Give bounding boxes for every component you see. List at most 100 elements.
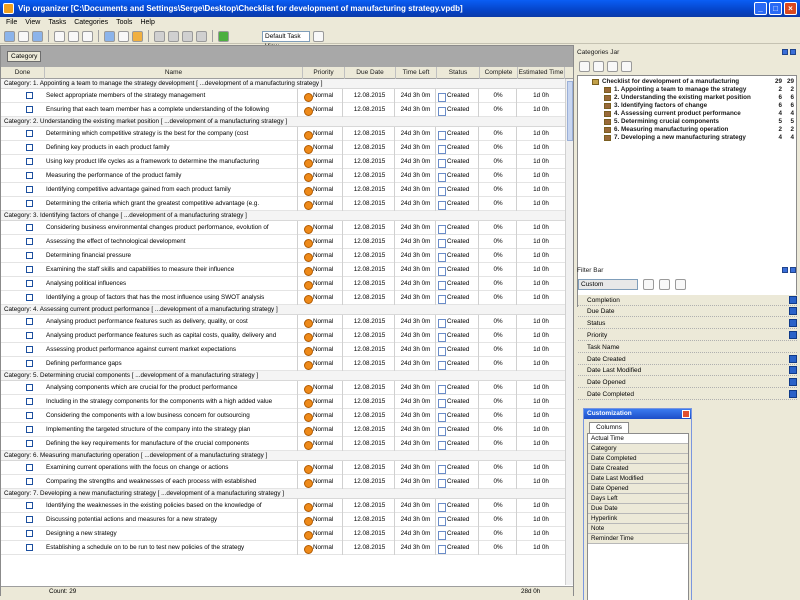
filter-row[interactable]: Completion <box>578 295 797 306</box>
task-row[interactable]: Analysing components which are crucial f… <box>1 381 573 395</box>
done-checkbox[interactable] <box>26 440 33 447</box>
group-chip-category[interactable]: Category <box>7 51 42 62</box>
menu-categories[interactable]: Categories <box>74 17 108 29</box>
filter-row[interactable]: Priority <box>578 330 797 341</box>
category-group-row[interactable]: Category: 5. Determining crucial compone… <box>1 371 573 381</box>
pin-icon[interactable] <box>782 49 788 55</box>
done-checkbox[interactable] <box>26 280 33 287</box>
category-group-row[interactable]: Category: 4. Assessing current product p… <box>1 305 573 315</box>
category-group-row[interactable]: Category: 6. Measuring manufacturing ope… <box>1 451 573 461</box>
category-group-row[interactable]: Category: 2. Understanding the existing … <box>1 117 573 127</box>
task-row[interactable]: Defining the key requirements for manufa… <box>1 437 573 451</box>
tab-columns[interactable]: Columns <box>589 422 629 433</box>
done-checkbox[interactable] <box>26 266 33 273</box>
done-checkbox[interactable] <box>26 318 33 325</box>
category-group-row[interactable]: Category: 1. Appointing a team to manage… <box>1 79 573 89</box>
done-checkbox[interactable] <box>26 332 33 339</box>
column-chooser-item[interactable]: Date Created <box>588 464 688 474</box>
task-row[interactable]: Select appropriate members of the strate… <box>1 89 573 103</box>
category-node[interactable]: 4. Assessing current product performance… <box>578 110 796 118</box>
task-row[interactable]: Determining financial pressure Normal 12.0… <box>1 249 573 263</box>
filter-row[interactable]: Due Date <box>578 306 797 317</box>
done-checkbox[interactable] <box>26 186 33 193</box>
new-task-icon[interactable] <box>4 30 15 42</box>
category-node[interactable]: 7. Developing a new manufacturing strate… <box>578 134 796 142</box>
dropdown-arrow-icon[interactable] <box>789 390 797 398</box>
task-row[interactable]: Defining performance gaps Normal 12.08.201… <box>1 357 573 371</box>
category-node[interactable]: 6. Measuring manufacturing operation 2 2 <box>578 126 796 134</box>
category-node[interactable]: 3. Identifying factors of change 6 6 <box>578 102 796 110</box>
column-chooser-item[interactable]: Hyperlink <box>588 514 688 524</box>
close-panel-icon[interactable] <box>790 49 796 55</box>
done-checkbox[interactable] <box>26 130 33 137</box>
done-checkbox[interactable] <box>26 384 33 391</box>
task-row[interactable]: Measuring the performance of the product… <box>1 169 573 183</box>
task-row[interactable]: Implementing the targeted structure of t… <box>1 423 573 437</box>
menu-view[interactable]: View <box>25 17 40 29</box>
done-checkbox[interactable] <box>26 144 33 151</box>
task-row[interactable]: Identifying the weaknesses in the existi… <box>1 499 573 513</box>
category-node[interactable]: 5. Determining crucial components 5 5 <box>578 118 796 126</box>
done-checkbox[interactable] <box>26 294 33 301</box>
task-row[interactable]: Analysing product performance features s… <box>1 329 573 343</box>
filter-row[interactable]: Status <box>578 318 797 329</box>
filter-row[interactable]: Date Created <box>578 354 797 365</box>
column-chooser-item[interactable]: Due Date <box>588 504 688 514</box>
done-checkbox[interactable] <box>26 224 33 231</box>
apply-filter-icon[interactable] <box>643 279 654 290</box>
task-row[interactable]: Determining which competitive strategy i… <box>1 127 573 141</box>
task-row[interactable]: Assessing the effect of technological de… <box>1 235 573 249</box>
column-chooser-item[interactable]: Date Opened <box>588 484 688 494</box>
category-root-node[interactable]: Checklist for development of a manufactu… <box>578 78 796 86</box>
save-icon[interactable] <box>32 30 43 42</box>
task-row[interactable]: Designing a new strategy Normal 12.08.2015… <box>1 527 573 541</box>
done-checkbox[interactable] <box>26 172 33 179</box>
dropdown-arrow-icon[interactable] <box>789 355 797 363</box>
report-icon[interactable] <box>196 30 207 42</box>
category-group-row[interactable]: Category: 7. Developing a new manufactur… <box>1 489 573 499</box>
done-checkbox[interactable] <box>26 346 33 353</box>
done-checkbox[interactable] <box>26 478 33 485</box>
done-checkbox[interactable] <box>26 412 33 419</box>
col-done[interactable]: Done <box>1 67 45 79</box>
view-select[interactable]: Default Task View <box>262 30 310 50</box>
task-row[interactable]: Discussing potential actions and measure… <box>1 513 573 527</box>
done-checkbox[interactable] <box>26 544 33 551</box>
sort-icon[interactable] <box>168 30 179 42</box>
done-checkbox[interactable] <box>26 92 33 99</box>
menu-tools[interactable]: Tools <box>116 17 132 29</box>
pin-icon[interactable] <box>782 267 788 273</box>
done-checkbox[interactable] <box>26 516 33 523</box>
column-chooser-item[interactable]: Note <box>588 524 688 534</box>
task-row[interactable]: Analysing political influences Normal 12.0… <box>1 277 573 291</box>
close-icon[interactable] <box>682 410 690 418</box>
filter-row[interactable]: Date Opened <box>578 377 797 388</box>
open-icon[interactable] <box>18 30 29 42</box>
go-icon[interactable] <box>218 30 229 42</box>
edit-icon[interactable] <box>118 30 129 42</box>
done-checkbox[interactable] <box>26 200 33 207</box>
minimize-button[interactable]: _ <box>754 2 767 15</box>
column-chooser-item[interactable]: Days Left <box>588 494 688 504</box>
task-row[interactable]: Establishing a schedule on to be run to … <box>1 541 573 555</box>
dropdown-arrow-icon[interactable] <box>789 307 797 315</box>
add-subcategory-icon[interactable] <box>593 60 604 72</box>
task-row[interactable]: Considering the components with a low bu… <box>1 409 573 423</box>
done-checkbox[interactable] <box>26 360 33 367</box>
delete-category-icon[interactable] <box>621 60 632 72</box>
task-icon[interactable] <box>104 30 115 42</box>
done-checkbox[interactable] <box>26 464 33 471</box>
col-priority[interactable]: Priority <box>303 67 345 79</box>
dropdown-arrow-icon[interactable] <box>789 366 797 374</box>
menu-help[interactable]: Help <box>140 17 154 29</box>
category-node[interactable]: 2. Understanding the existing market pos… <box>578 94 796 102</box>
col-status[interactable]: Status <box>437 67 480 79</box>
task-row[interactable]: Comparing the strengths and weaknesses o… <box>1 475 573 489</box>
close-button[interactable]: × <box>784 2 797 15</box>
close-panel-icon[interactable] <box>790 267 796 273</box>
task-row[interactable]: Examining current operations with the fo… <box>1 461 573 475</box>
task-row[interactable]: Assessing product performance against cu… <box>1 343 573 357</box>
check-category-icon[interactable] <box>607 60 618 72</box>
undo-icon[interactable] <box>132 30 143 42</box>
maximize-button[interactable]: □ <box>769 2 782 15</box>
